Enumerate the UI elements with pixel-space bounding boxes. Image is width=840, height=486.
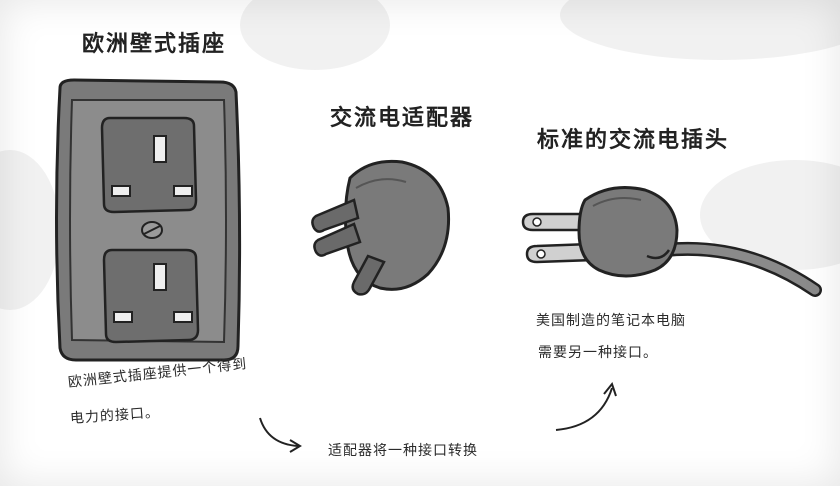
socket-caption-line2: 电力的接口。 bbox=[69, 404, 161, 427]
laptop-caption-line1: 美国制造的笔记本电脑 bbox=[536, 313, 686, 329]
laptop-caption-line2: 需要另一种接口。 bbox=[538, 345, 658, 361]
curved-arrow-icon bbox=[259, 417, 302, 453]
plug-title: 标准的交流电插头 bbox=[537, 128, 730, 153]
ac-adapter-illustration bbox=[311, 159, 451, 296]
curved-arrow-icon bbox=[555, 381, 617, 431]
adapter-title: 交流电适配器 bbox=[330, 106, 475, 131]
background-cloud bbox=[240, 0, 390, 70]
adapter-caption: 适配器将一种接口转换 bbox=[328, 443, 478, 459]
background-cloud bbox=[560, 0, 840, 60]
illustration-page: 欧洲壁式插座 交流电适配器 标准的交流电插头 欧洲壁式插座提供一个得到 电力的接… bbox=[0, 0, 840, 486]
socket-title: 欧洲壁式插座 bbox=[82, 32, 227, 57]
ac-plug-illustration bbox=[521, 186, 822, 297]
european-wall-socket-illustration bbox=[55, 78, 242, 362]
